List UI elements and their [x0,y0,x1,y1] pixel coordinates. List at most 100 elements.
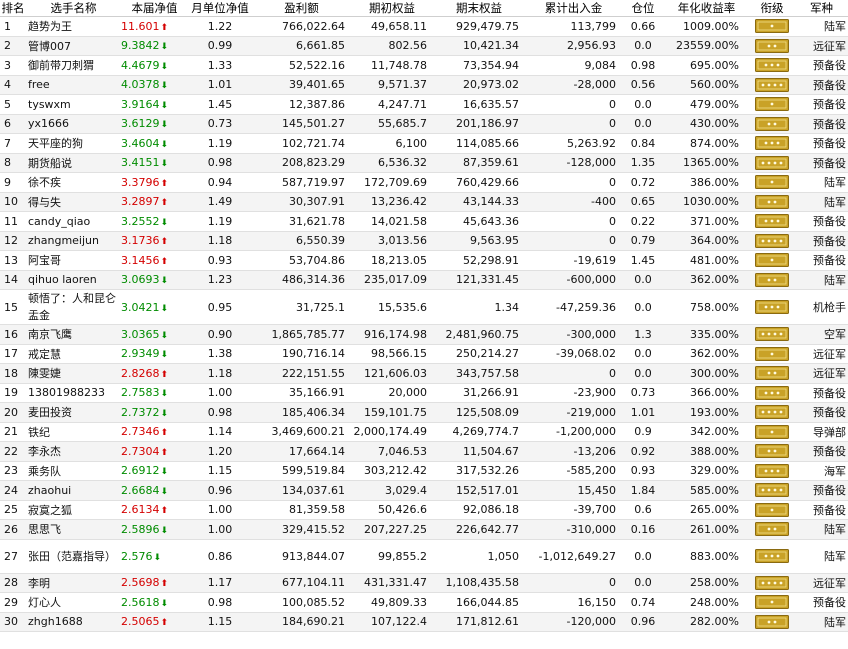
begin-equity-cell: 49,658.11 [351,16,433,37]
table-row[interactable]: 28 李明 2.5698⬆ 1.17 677,104.11 431,331.47 1,108… [0,573,848,593]
player-name-link[interactable]: 13801988233 [26,383,121,403]
player-name-link[interactable]: 徐不疾 [26,172,121,193]
net-flow-cell: 0 [525,231,622,251]
net-value-text: 2.9349 [121,347,160,361]
position-cell: 0.72 [622,172,664,193]
player-name-link[interactable]: 思思飞 [26,519,121,540]
player-name-link[interactable]: 铁纪 [26,422,121,442]
player-name-link[interactable]: yx1666 [26,114,121,134]
player-name-link[interactable]: 乘务队 [26,461,121,481]
rank-badge-cell [749,592,795,613]
table-row[interactable]: 17 戒定慧 2.9349⬇ 1.38 190,716.14 98,566.15 250,2… [0,344,848,364]
header-annual-return[interactable]: 年化收益率 [664,0,749,17]
header-net-flow[interactable]: 累计出入金 [525,0,622,17]
service-arm-cell: 预备役 [795,55,848,76]
table-row[interactable]: 12 zhangmeijun 3.1736⬆ 1.18 6,550.39 3,013.56… [0,231,848,251]
player-name-link[interactable]: 天平座的狗 [26,133,121,154]
header-monthly-nav[interactable]: 月单位净值 [188,0,252,17]
net-value-text: 2.5618 [121,595,160,609]
table-row[interactable]: 1 趋势为王 11.601⬆ 1.22 766,022.64 49,658.11 929,4… [0,16,848,37]
table-row[interactable]: 21 铁纪 2.7346⬆ 1.14 3,469,600.21 2,000,174.49 4… [0,422,848,442]
header-end-equity[interactable]: 期末权益 [433,0,525,17]
player-name-link[interactable]: 阿宝哥 [26,250,121,271]
table-row[interactable]: 6 yx1666 3.6129⬇ 0.73 145,501.27 55,685.7 201,… [0,114,848,134]
table-row[interactable]: 4 free 4.0378⬇ 1.01 39,401.65 9,571.37 20,973.… [0,75,848,95]
table-row[interactable]: 25 寂寞之狐 2.6134⬆ 1.00 81,359.58 50,426.6 92,086… [0,500,848,520]
table-row[interactable]: 23 乘务队 2.6912⬇ 1.15 599,519.84 303,212.42 317,… [0,461,848,481]
annual-return-cell: 342.00% [664,422,749,442]
begin-equity-cell: 802.56 [351,36,433,56]
header-position[interactable]: 仓位 [622,0,664,17]
header-profit[interactable]: 盈利额 [252,0,351,17]
table-row[interactable]: 30 zhgh1688 2.5065⬆ 1.15 184,690.21 107,122.4… [0,612,848,632]
player-name-link[interactable]: 御前带刀刺猬 [26,55,121,76]
player-name-link[interactable]: 寂寞之狐 [26,500,121,520]
table-row[interactable]: 2 管博007 9.3842⬇ 0.99 6,661.85 802.56 10,421.34… [0,36,848,56]
player-name-link[interactable]: 得与失 [26,192,121,212]
player-name-link[interactable]: free [26,75,121,95]
monthly-nav-cell: 1.14 [188,422,252,442]
table-row[interactable]: 18 陳雯婕 2.8268⬆ 1.18 222,151.55 121,606.03 343,… [0,363,848,384]
table-row[interactable]: 14 qihuo laoren 3.0693⬇ 1.23 486,314.36 235,0… [0,270,848,290]
table-row[interactable]: 24 zhaohui 2.6684⬇ 0.96 134,037.61 3,029.4 152… [0,480,848,501]
player-name-link[interactable]: zhaohui [26,480,121,501]
profit-cell: 100,085.52 [252,592,351,613]
position-cell: 0.22 [622,211,664,232]
table-row[interactable]: 10 得与失 3.2897⬆ 1.49 30,307.91 13,236.42 43,144… [0,192,848,212]
position-cell: 0.0 [622,94,664,115]
player-name-link[interactable]: 戒定慧 [26,344,121,364]
profit-cell: 52,522.16 [252,55,351,76]
player-name-link[interactable]: zhangmeijun [26,231,121,251]
table-row[interactable]: 20 麦田投资 2.7372⬇ 0.98 185,406.34 159,101.75 125… [0,402,848,423]
player-name-link[interactable]: 李明 [26,573,121,593]
arrow-down-icon: ⬇ [160,217,169,228]
player-name-link[interactable]: 顿悟了：人和昆仑盂金 [26,289,121,325]
player-name-link[interactable]: candy_qiao [26,211,121,232]
table-row[interactable]: 22 李永杰 2.7304⬆ 1.20 17,664.14 7,046.53 11,504.… [0,441,848,462]
table-row[interactable]: 5 tyswxm 3.9164⬇ 1.45 12,387.86 4,247.71 16,63… [0,94,848,115]
table-row[interactable]: 27 张田（范嘉指导） 2.576⬇ 0.86 913,844.07 99,855.2 1,… [0,539,848,574]
end-equity-cell: 9,563.95 [433,231,525,251]
table-row[interactable]: 19 13801988233 2.7583⬇ 1.00 35,166.91 20,000 3… [0,383,848,403]
profit-cell: 222,151.55 [252,363,351,384]
header-net-value[interactable]: 本届净值 [121,0,188,17]
rank-badge-cell [749,172,795,193]
player-name-link[interactable]: 张田（范嘉指导） [26,539,121,574]
player-name-link[interactable]: 李永杰 [26,441,121,462]
profit-cell: 6,661.85 [252,36,351,56]
table-row[interactable]: 8 期货船说 3.4151⬇ 0.98 208,823.29 6,536.32 87,359… [0,153,848,173]
player-name-link[interactable]: tyswxm [26,94,121,115]
rank-badge-cell [749,211,795,232]
player-name-link[interactable]: 麦田投资 [26,402,121,423]
annual-return-cell: 258.00% [664,573,749,593]
player-name-link[interactable]: 管博007 [26,36,121,56]
table-row[interactable]: 29 灯心人 2.5618⬇ 0.98 100,085.52 49,809.33 166,0… [0,592,848,613]
header-player-name[interactable]: 选手名称 [26,0,121,17]
arrow-down-icon: ⬇ [160,100,169,111]
rank-badge-icon [755,614,789,629]
rank-cell: 2 [0,36,26,56]
table-row[interactable]: 15 顿悟了：人和昆仑盂金 3.0421⬇ 0.95 31,725.1 15,535.6 1… [0,289,848,325]
header-begin-equity[interactable]: 期初权益 [351,0,433,17]
header-rank[interactable]: 排名 [0,0,26,17]
table-row[interactable]: 3 御前带刀刺猬 4.4679⬇ 1.33 52,522.16 11,748.78 73,3… [0,55,848,76]
table-row[interactable]: 16 南京飞鹰 3.0365⬇ 0.90 1,865,785.77 916,174.98 2… [0,324,848,345]
table-row[interactable]: 9 徐不疾 3.3796⬆ 0.94 587,719.97 172,709.69 760,4… [0,172,848,193]
table-row[interactable]: 11 candy_qiao 3.2552⬇ 1.19 31,621.78 14,021.5… [0,211,848,232]
annual-return-cell: 758.00% [664,289,749,325]
player-name-link[interactable]: 灯心人 [26,592,121,613]
rank-badge-cell [749,250,795,271]
monthly-nav-cell: 0.93 [188,250,252,271]
table-row[interactable]: 7 天平座的狗 3.4604⬇ 1.19 102,721.74 6,100 114,085.… [0,133,848,154]
player-name-link[interactable]: 趋势为王 [26,16,121,37]
player-name-link[interactable]: 陳雯婕 [26,363,121,384]
player-name-link[interactable]: 期货船说 [26,153,121,173]
player-name-link[interactable]: 南京飞鹰 [26,324,121,345]
monthly-nav-cell: 1.20 [188,441,252,462]
rank-cell: 18 [0,363,26,384]
table-row[interactable]: 13 阿宝哥 3.1456⬆ 0.93 53,704.86 18,213.05 52,298… [0,250,848,271]
position-cell: 0.0 [622,36,664,56]
player-name-link[interactable]: zhgh1688 [26,612,121,632]
table-row[interactable]: 26 思思飞 2.5896⬇ 1.00 329,415.52 207,227.25 226,… [0,519,848,540]
player-name-link[interactable]: qihuo laoren [26,270,121,290]
